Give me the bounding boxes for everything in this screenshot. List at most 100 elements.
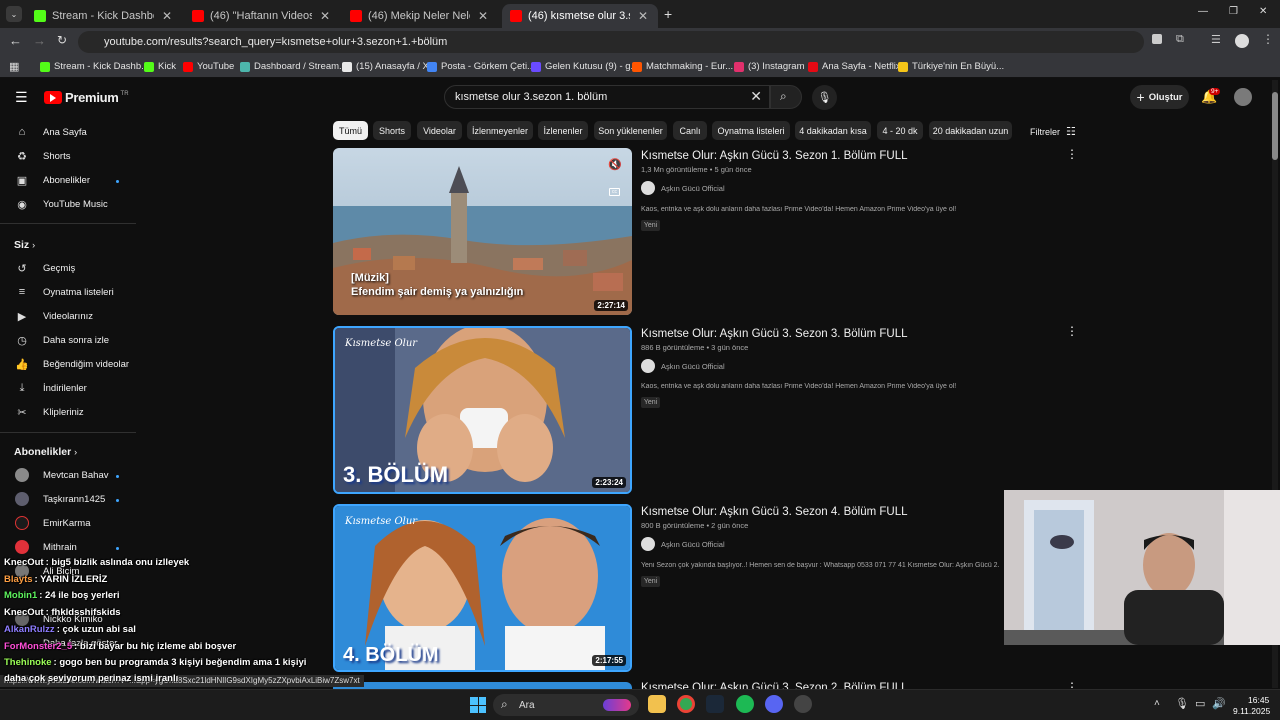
- sidebar-item-liked-videos[interactable]: 👍 Beğendiğim videolar: [0, 353, 136, 375]
- chip-all[interactable]: Tümü: [333, 121, 368, 140]
- extension-icon[interactable]: [1152, 34, 1162, 44]
- new-tab-button[interactable]: +: [664, 6, 672, 22]
- sidebar-item-label: YouTube Music: [43, 198, 108, 210]
- forward-icon[interactable]: →: [33, 33, 46, 48]
- bookmark-item[interactable]: Matchmaking - Eur...: [632, 61, 733, 72]
- video-channel[interactable]: Aşkın Gücü Official: [641, 181, 725, 195]
- taskbar-search-box[interactable]: ⌕ Ara: [493, 694, 639, 716]
- video-thumbnail[interactable]: 🔇 cc [Müzik] Efendim şair demiş ya yalnı…: [333, 148, 632, 315]
- sidebar-item-history[interactable]: ↺ Geçmiş: [0, 257, 136, 279]
- chip-under-4-min[interactable]: 4 dakikadan kısa: [795, 121, 871, 140]
- browser-tab[interactable]: (46) Mekip Neler Neler 17. Bölü ✕: [342, 4, 498, 28]
- close-tab-icon[interactable]: ✕: [160, 9, 174, 23]
- display-icon[interactable]: ▭: [1195, 697, 1205, 710]
- steam-icon[interactable]: [706, 695, 724, 713]
- scrollbar-thumb[interactable]: [1272, 92, 1278, 160]
- hamburger-menu-icon[interactable]: ☰: [15, 89, 28, 106]
- chip-unwatched[interactable]: İzlenmeyenler: [467, 121, 533, 140]
- youtube-logo[interactable]: Premium TR: [44, 90, 129, 105]
- minimize-window-button[interactable]: —: [1198, 6, 1208, 17]
- captions-icon[interactable]: cc: [609, 188, 620, 196]
- app-icon[interactable]: [794, 695, 812, 713]
- apps-grid-icon[interactable]: ▦: [9, 60, 19, 73]
- sidebar-section-subscriptions[interactable]: Abonelikler ›: [14, 446, 77, 458]
- channel-avatar: [641, 537, 655, 551]
- file-explorer-icon[interactable]: [648, 695, 666, 713]
- sidebar-item-your-videos[interactable]: ▶ Videolarınız: [0, 305, 136, 327]
- plus-icon: +: [1136, 89, 1145, 105]
- chip-shorts[interactable]: Shorts: [373, 121, 411, 140]
- bookmark-item[interactable]: Ana Sayfa - Netflix: [808, 61, 901, 72]
- channel-avatar[interactable]: [1234, 88, 1252, 106]
- browser-tab-active[interactable]: (46) kısmetse olur 3.sezon 1. bö ✕: [502, 4, 658, 28]
- start-menu-icon[interactable]: [470, 697, 486, 713]
- chrome-icon[interactable]: [677, 695, 695, 713]
- close-tab-icon[interactable]: ✕: [476, 9, 490, 23]
- bookmark-item[interactable]: Türkiye'nin En Büyü...: [898, 61, 1004, 72]
- video-title[interactable]: Kısmetse Olur: Aşkın Gücü 3. Sezon 4. Bö…: [641, 506, 908, 518]
- close-window-button[interactable]: ✕: [1259, 6, 1267, 17]
- mute-icon[interactable]: 🔇: [608, 158, 622, 171]
- sidebar-section-you[interactable]: Siz ›: [14, 239, 35, 251]
- system-tray-chevron-icon[interactable]: ˄: [1154, 698, 1160, 709]
- profile-avatar[interactable]: [1235, 34, 1249, 48]
- clock-date[interactable]: 9.11.2025: [1233, 706, 1270, 716]
- close-tab-icon[interactable]: ✕: [318, 9, 332, 23]
- clear-search-icon[interactable]: ✕: [750, 88, 762, 105]
- search-button[interactable]: ⌕: [770, 85, 802, 109]
- video-title[interactable]: Kısmetse Olur: Aşkın Gücü 3. Sezon 3. Bö…: [641, 328, 908, 340]
- reload-icon[interactable]: ↻: [57, 33, 67, 47]
- back-icon[interactable]: ←: [9, 33, 22, 48]
- browser-menu-icon[interactable]: ⋮: [1262, 32, 1274, 46]
- chip-playlists[interactable]: Oynatma listeleri: [712, 121, 790, 140]
- extensions-puzzle-icon[interactable]: ⧉: [1176, 33, 1184, 46]
- chip-recently-uploaded[interactable]: Son yüklenenler: [594, 121, 667, 140]
- sidebar-item-label: Geçmiş: [43, 262, 76, 274]
- bookmark-item[interactable]: Posta - Görkem Çeti...: [427, 61, 535, 72]
- reading-list-icon[interactable]: ☰: [1211, 33, 1221, 46]
- address-bar[interactable]: youtube.com/results?search_query=kısmets…: [78, 31, 1144, 53]
- microphone-icon[interactable]: 🎙: [1175, 697, 1189, 710]
- bookmark-item[interactable]: (3) Instagram: [734, 61, 805, 72]
- chip-videos[interactable]: Videolar: [417, 121, 462, 140]
- bookmark-item[interactable]: YouTube: [183, 61, 234, 72]
- video-more-options-icon[interactable]: ⋮: [1066, 147, 1078, 161]
- close-tab-icon[interactable]: ✕: [636, 9, 650, 23]
- video-more-options-icon[interactable]: ⋮: [1066, 324, 1078, 338]
- browser-tab[interactable]: (46) "Haftanın Videosu Geldi" K ✕: [184, 4, 340, 28]
- sidebar-item-home[interactable]: ⌂ Ana Sayfa: [0, 121, 136, 143]
- chip-over-20-min[interactable]: 20 dakikadan uzun: [929, 121, 1012, 140]
- sidebar-channel[interactable]: EmirKarma: [0, 512, 136, 534]
- video-thumbnail[interactable]: Kısmetse Olur 4. BÖLÜM 2:17:55: [333, 504, 632, 672]
- voice-search-button[interactable]: 🎙: [812, 85, 837, 110]
- browser-tab[interactable]: Stream - Kick Dashboard ✕: [26, 4, 182, 28]
- bookmark-item[interactable]: Stream - Kick Dashb...: [40, 61, 149, 72]
- discord-icon[interactable]: [765, 695, 783, 713]
- bookmark-item[interactable]: Dashboard / Stream...: [240, 61, 347, 72]
- youtube-search-input[interactable]: kısmetse olur 3.sezon 1. bölüm ✕: [444, 85, 770, 109]
- maximize-window-button[interactable]: ❐: [1229, 6, 1238, 17]
- sidebar-item-playlists[interactable]: ≡ Oynatma listeleri: [0, 281, 136, 303]
- sidebar-item-downloads[interactable]: ⤓ İndirilenler: [0, 377, 136, 399]
- volume-icon[interactable]: 🔊: [1212, 697, 1226, 710]
- create-button[interactable]: + Oluştur: [1130, 85, 1189, 109]
- bookmark-item[interactable]: (15) Anasayfa / X: [342, 61, 429, 72]
- sidebar-item-clips[interactable]: ✂ Klipleriniz: [0, 401, 136, 423]
- video-channel[interactable]: Aşkın Gücü Official: [641, 537, 725, 551]
- sidebar-item-shorts[interactable]: ♻ Shorts: [0, 145, 136, 167]
- video-title[interactable]: Kısmetse Olur: Aşkın Gücü 3. Sezon 1. Bö…: [641, 150, 908, 162]
- chip-4-20-min[interactable]: 4 - 20 dk: [877, 121, 923, 140]
- clock-time[interactable]: 16:45: [1248, 695, 1269, 705]
- filters-button[interactable]: Filtreler ☷: [1030, 125, 1076, 138]
- video-thumbnail[interactable]: Kısmetse Olur 3. BÖLÜM 2:23:24: [333, 326, 632, 494]
- tab-search-button[interactable]: ⌄: [6, 6, 22, 22]
- video-channel[interactable]: Aşkın Gücü Official: [641, 359, 725, 373]
- sidebar-item-watch-later[interactable]: ◷ Daha sonra izle: [0, 329, 136, 351]
- chip-watched[interactable]: İzlenenler: [538, 121, 588, 140]
- chip-live[interactable]: Canlı: [673, 121, 707, 140]
- bookmark-item[interactable]: Kick: [144, 61, 176, 72]
- sidebar-item-youtube-music[interactable]: ◉ YouTube Music: [0, 193, 136, 215]
- spotify-icon[interactable]: [736, 695, 754, 713]
- bookmark-item[interactable]: Gelen Kutusu (9) - g...: [531, 61, 638, 72]
- channel-avatar: [641, 181, 655, 195]
